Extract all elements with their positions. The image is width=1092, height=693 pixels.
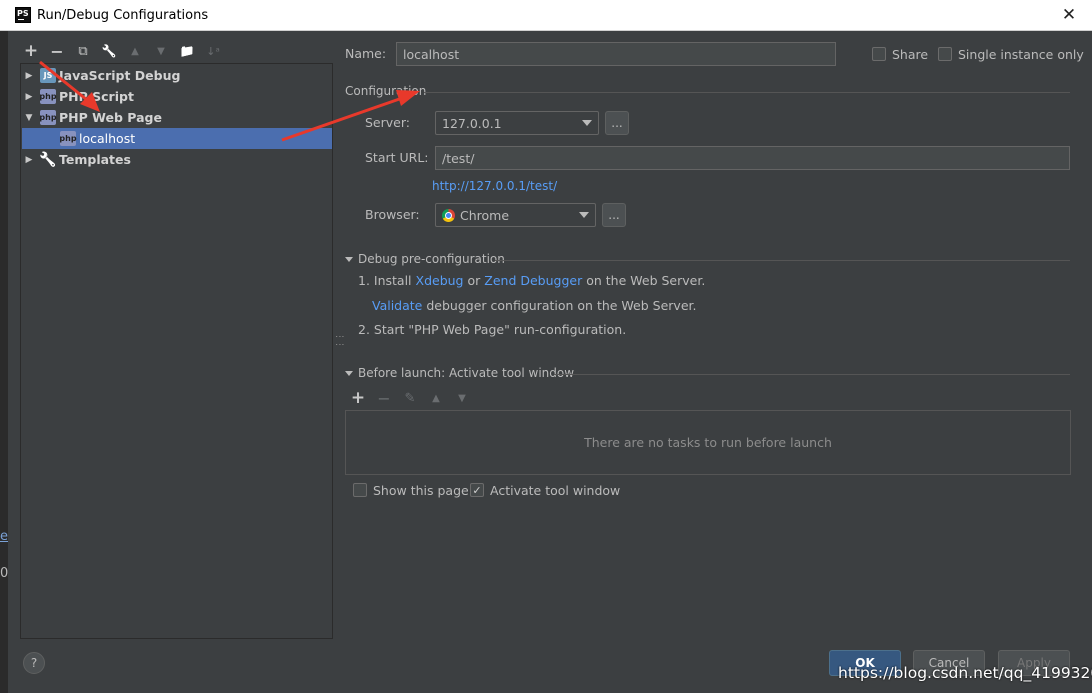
debug-validate-line: Validate debugger configuration on the W… [372, 298, 696, 313]
edit-task-button[interactable]: ✎ [401, 389, 419, 407]
tree-item-javascript-debug[interactable]: ▶ JS JavaScript Debug [22, 65, 180, 86]
folder-button[interactable]: 📁 [178, 42, 196, 60]
empty-tasks-text: There are no tasks to run before launch [584, 435, 832, 450]
show-page-label: Show this page [373, 483, 469, 498]
server-value: 127.0.0.1 [442, 115, 502, 131]
debug-step-2: 2. Start "PHP Web Page" run-configuratio… [358, 322, 627, 337]
server-dropdown[interactable]: 127.0.0.1 [435, 111, 599, 135]
activate-tool-window-checkbox[interactable]: ✓ [470, 483, 484, 497]
show-page-checkbox[interactable] [353, 483, 367, 497]
section-divider [554, 374, 1070, 375]
js-debug-icon: JS [40, 68, 56, 83]
edit-defaults-button[interactable]: 🔧 [100, 42, 118, 60]
php-web-page-icon: php [39, 110, 57, 125]
title-bar: PS Run/Debug Configurations ✕ [0, 0, 1092, 31]
move-up-button[interactable]: ▲ [126, 42, 144, 60]
move-task-down-button[interactable]: ▼ [453, 389, 471, 407]
collapse-arrow-icon[interactable]: ▼ [22, 113, 36, 123]
start-url-field[interactable]: /test/ [435, 146, 1070, 170]
move-down-button[interactable]: ▼ [152, 42, 170, 60]
remove-configuration-button[interactable]: − [48, 42, 66, 61]
add-configuration-button[interactable]: + [22, 41, 40, 61]
tree-item-php-web-page[interactable]: ▼ php PHP Web Page [22, 107, 162, 128]
browser-value: Chrome [460, 207, 510, 223]
browser-browse-button[interactable]: ... [602, 203, 626, 227]
tree-item-label: Templates [59, 152, 131, 167]
tree-item-label: PHP Web Page [59, 110, 162, 125]
section-divider [495, 260, 1070, 261]
server-browse-button[interactable]: ... [605, 111, 629, 135]
expand-arrow-icon[interactable]: ▶ [22, 92, 36, 102]
add-task-button[interactable]: + [349, 388, 367, 408]
collapse-arrow-icon [345, 257, 353, 262]
full-url-link[interactable]: http://127.0.0.1/test/ [432, 179, 557, 193]
browser-dropdown[interactable]: Chrome [435, 203, 596, 227]
share-checkbox[interactable] [872, 47, 886, 61]
expand-arrow-icon[interactable]: ▶ [22, 155, 36, 165]
help-button[interactable]: ? [23, 652, 45, 674]
config-toolbar: + − ⧉ 🔧 ▲ ▼ 📁 ↓ᵃ [22, 41, 222, 61]
php-script-icon: php [39, 89, 57, 104]
validate-link[interactable]: Validate [372, 298, 422, 313]
collapse-arrow-icon [345, 371, 353, 376]
tree-item-templates[interactable]: ▶ 🔧 Templates [22, 149, 131, 170]
window-title: Run/Debug Configurations [37, 8, 209, 23]
background-glyph: e [0, 529, 8, 544]
chrome-icon [442, 208, 455, 222]
remove-task-button[interactable]: − [375, 389, 393, 408]
step-text: debugger configuration on the Web Server… [426, 298, 697, 313]
start-url-label: Start URL: [365, 150, 429, 165]
configuration-tree: ▶ JS JavaScript Debug ▶ php PHP Script ▼… [20, 63, 333, 639]
chevron-down-icon [579, 212, 589, 218]
before-launch-task-list[interactable]: There are no tasks to run before launch [345, 410, 1071, 475]
expand-arrow-icon[interactable]: ▶ [22, 71, 36, 81]
csdn-watermark: https://blog.csdn.net/qq_41993206 [838, 664, 1092, 682]
tree-item-label: PHP Script [59, 89, 134, 104]
server-label: Server: [365, 115, 410, 130]
before-launch-title: Before launch: Activate tool window [358, 366, 575, 380]
name-label: Name: [345, 46, 387, 61]
copy-configuration-button[interactable]: ⧉ [74, 42, 92, 60]
step-text: on the Web Server. [586, 273, 706, 288]
move-task-up-button[interactable]: ▲ [427, 389, 445, 407]
debug-preconfig-title: Debug pre-configuration [358, 252, 505, 266]
debug-preconfig-header[interactable]: Debug pre-configuration [345, 252, 505, 266]
tree-item-label: localhost [79, 131, 136, 146]
debug-step-1: 1. Install Xdebug or Zend Debugger on th… [358, 273, 705, 288]
step-text: or [467, 273, 481, 288]
php-web-page-icon: php [59, 131, 77, 146]
share-label: Share [892, 47, 929, 62]
close-icon[interactable]: ✕ [1056, 3, 1082, 27]
sort-button[interactable]: ↓ᵃ [204, 42, 222, 60]
before-launch-header[interactable]: Before launch: Activate tool window [345, 366, 574, 380]
background-editor-strip: e 0 [0, 31, 8, 693]
phpstorm-logo-icon: PS [15, 7, 31, 23]
xdebug-link[interactable]: Xdebug [416, 273, 464, 288]
single-instance-checkbox[interactable] [938, 47, 952, 61]
tree-item-label: JavaScript Debug [59, 68, 181, 83]
wrench-icon: 🔧 [39, 151, 57, 168]
activate-tool-window-label: Activate tool window [490, 483, 621, 498]
section-divider [424, 92, 1070, 93]
step-text: 1. Install [358, 273, 412, 288]
browser-label: Browser: [365, 207, 420, 222]
chevron-down-icon [582, 120, 592, 126]
tree-item-php-script[interactable]: ▶ php PHP Script [22, 86, 134, 107]
single-instance-label: Single instance only [958, 47, 1084, 62]
name-field[interactable]: localhost [396, 42, 836, 66]
splitter-handle[interactable]: ⋮⋮ [334, 332, 344, 348]
zend-debugger-link[interactable]: Zend Debugger [484, 273, 582, 288]
tree-item-localhost[interactable]: php localhost [22, 128, 332, 149]
configuration-section-title: Configuration [345, 84, 427, 98]
